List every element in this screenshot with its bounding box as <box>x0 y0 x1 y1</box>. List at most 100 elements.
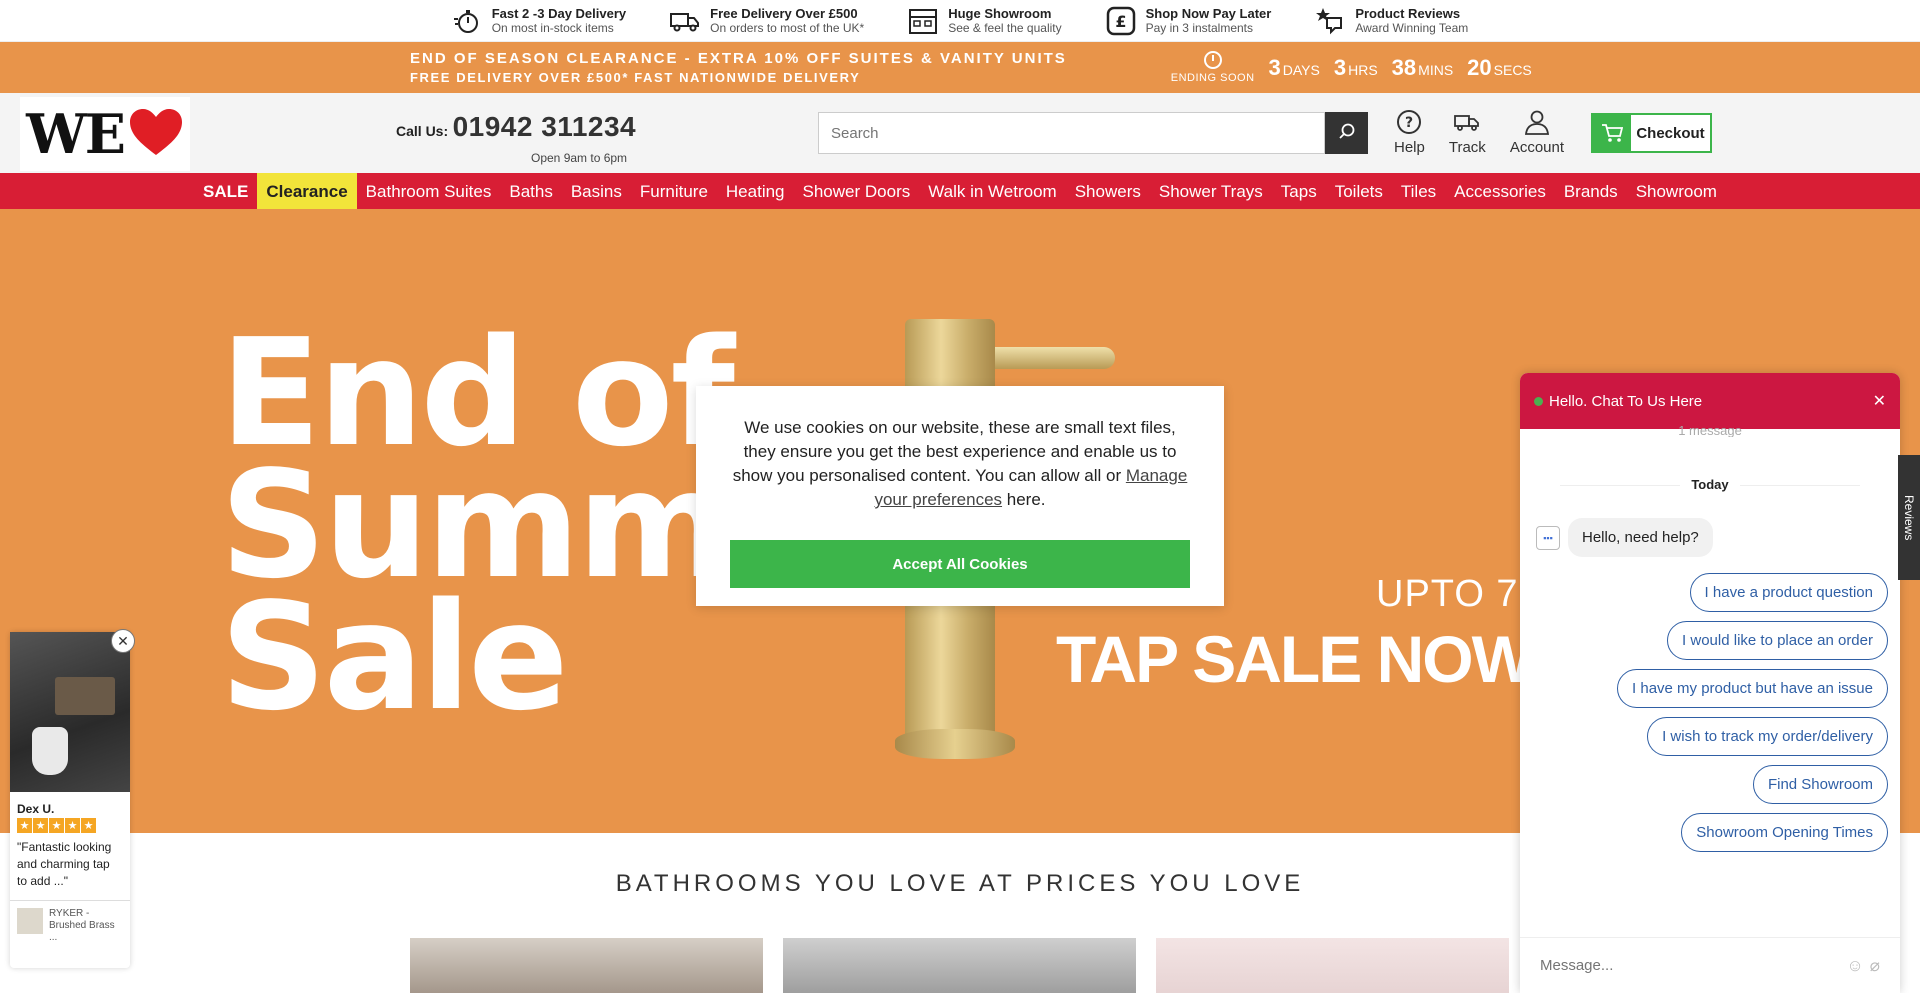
site-logo[interactable]: WE <box>20 97 190 171</box>
review-product[interactable]: RYKER - Brushed Brass ... <box>10 900 130 951</box>
user-icon <box>1524 109 1550 135</box>
nav-item-toilets[interactable]: Toilets <box>1326 173 1392 210</box>
call-us: Call Us: 01942 311234 Open 9am to 6pm <box>396 111 637 165</box>
emoji-icon[interactable]: ☺ <box>1846 956 1863 976</box>
countdown-timer: ENDING SOON 3 DAYS 3 HRS 38 MINS 20 SECS <box>1171 51 1532 84</box>
nav-item-accessories[interactable]: Accessories <box>1445 173 1555 210</box>
chat-message-input[interactable] <box>1540 957 1841 974</box>
star-icon: ★ <box>17 818 32 833</box>
chat-option-product-question[interactable]: I have a product question <box>1689 573 1888 612</box>
usp-title: Fast 2 -3 Day Delivery <box>491 6 627 21</box>
promo-line-2: FREE DELIVERY OVER £500* FAST NATIONWIDE… <box>410 69 861 85</box>
attachment-icon[interactable]: ⌀ <box>1870 956 1880 976</box>
category-tiles <box>410 938 1509 993</box>
cookie-text-after: here. <box>1002 490 1046 509</box>
online-status-dot <box>1534 396 1543 406</box>
nav-item-bathroom-suites[interactable]: Bathroom Suites <box>357 173 501 210</box>
star-icon: ★ <box>33 818 48 833</box>
cookie-text-before: We use cookies on our website, these are… <box>732 418 1177 485</box>
close-icon[interactable]: ✕ <box>111 629 135 653</box>
review-widget[interactable]: ✕ Dex U. ★ ★ ★ ★ ★ "Fantastic looking an… <box>10 629 135 968</box>
search-button[interactable] <box>1325 112 1368 154</box>
usp-fast-delivery[interactable]: Fast 2 -3 Day Delivery On most in-stock i… <box>452 6 626 36</box>
help-link[interactable]: ? Help <box>1394 109 1425 156</box>
nav-item-tiles[interactable]: Tiles <box>1392 173 1445 210</box>
phone-number[interactable]: 01942 311234 <box>453 111 637 142</box>
usp-reviews[interactable]: Product Reviews Award Winning Team <box>1315 6 1468 36</box>
nav-item-shower-trays[interactable]: Shower Trays <box>1150 173 1272 210</box>
ending-soon: ENDING SOON <box>1171 51 1255 84</box>
category-tile[interactable] <box>783 938 1136 993</box>
usp-pay-later[interactable]: £ Shop Now Pay Later Pay in 3 instalments <box>1106 6 1272 36</box>
chat-option-find-showroom[interactable]: Find Showroom <box>1752 765 1888 804</box>
nav-item-showroom[interactable]: Showroom <box>1627 173 1726 210</box>
chat-widget: Hello. Chat To Us Here ✕ 1 message Today… <box>1520 373 1900 993</box>
nav-item-showers[interactable]: Showers <box>1066 173 1150 210</box>
review-photo <box>10 632 130 792</box>
track-link[interactable]: Track <box>1449 109 1486 156</box>
promo-line-1: END OF SEASON CLEARANCE - EXTRA 10% OFF … <box>410 49 1067 67</box>
countdown-days: 3 DAYS <box>1269 55 1320 81</box>
chat-header[interactable]: Hello. Chat To Us Here ✕ <box>1520 373 1900 429</box>
account-link[interactable]: Account <box>1510 109 1564 156</box>
usp-showroom[interactable]: Huge Showroom See & feel the quality <box>908 6 1062 36</box>
promo-text: END OF SEASON CLEARANCE - EXTRA 10% OFF … <box>410 49 1067 87</box>
nav-item-shower-doors[interactable]: Shower Doors <box>794 173 920 210</box>
close-icon[interactable]: ✕ <box>1873 391 1886 411</box>
usp-title: Shop Now Pay Later <box>1145 6 1272 21</box>
help-label: Help <box>1394 139 1425 156</box>
star-icon: ★ <box>49 818 64 833</box>
reviews-side-tab[interactable]: Reviews <box>1898 455 1920 580</box>
ending-soon-label: ENDING SOON <box>1170 72 1255 84</box>
promo-banner[interactable]: END OF SEASON CLEARANCE - EXTRA 10% OFF … <box>0 42 1920 93</box>
truck-icon <box>1454 109 1480 135</box>
call-label: Call Us: <box>396 123 449 139</box>
countdown-number: 3 <box>1268 54 1281 80</box>
countdown-minutes: 38 MINS <box>1392 55 1453 81</box>
site-header: WE Call Us: 01942 311234 Open 9am to 6pm… <box>0 93 1920 173</box>
track-label: Track <box>1448 139 1486 156</box>
nav-item-sale[interactable]: SALE <box>194 173 257 210</box>
category-tile[interactable] <box>410 938 763 993</box>
bot-message: ▪▪▪ Hello, need help? <box>1536 518 1884 557</box>
chat-options: I have a product question I would like t… <box>1532 573 1888 852</box>
cookie-modal: We use cookies on our website, these are… <box>696 386 1224 606</box>
header-links: ? Help Track Account <box>1394 109 1564 156</box>
chat-title: Hello. Chat To Us Here <box>1549 392 1703 410</box>
svg-text:£: £ <box>1115 12 1126 31</box>
search-input[interactable] <box>818 112 1325 154</box>
usp-free-delivery[interactable]: Free Delivery Over £500 On orders to most… <box>670 6 864 36</box>
help-icon: ? <box>1396 109 1422 135</box>
review-quote: "Fantastic looking and charming tap to a… <box>17 840 112 888</box>
countdown-label: MINS <box>1418 61 1454 78</box>
checkout-button[interactable]: Checkout <box>1591 113 1712 153</box>
nav-item-basins[interactable]: Basins <box>562 173 631 210</box>
usp-title: Free Delivery Over £500 <box>710 6 858 21</box>
nav-item-furniture[interactable]: Furniture <box>631 173 717 210</box>
nav-item-taps[interactable]: Taps <box>1272 173 1326 210</box>
chat-option-opening-times[interactable]: Showroom Opening Times <box>1681 813 1888 852</box>
nav-item-walk-in-wetroom[interactable]: Walk in Wetroom <box>919 173 1065 210</box>
nav-item-baths[interactable]: Baths <box>500 173 561 210</box>
nav-item-heating[interactable]: Heating <box>717 173 794 210</box>
category-tile[interactable] <box>1156 938 1509 993</box>
countdown-number: 38 <box>1391 54 1417 80</box>
chat-option-place-order[interactable]: I would like to place an order <box>1667 621 1888 660</box>
accept-cookies-button[interactable]: Accept All Cookies <box>730 540 1190 588</box>
usp-bar: Fast 2 -3 Day Delivery On most in-stock i… <box>0 0 1920 42</box>
nav-item-brands[interactable]: Brands <box>1555 173 1627 210</box>
countdown-number: 3 <box>1333 54 1347 80</box>
main-nav: SALE Clearance Bathroom Suites Baths Bas… <box>0 173 1920 210</box>
chat-option-track-order[interactable]: I wish to track my order/delivery <box>1647 717 1888 756</box>
chat-option-product-issue[interactable]: I have my product but have an issue <box>1617 669 1888 708</box>
bot-bubble: Hello, need help? <box>1568 518 1713 557</box>
review-star-icon <box>1315 6 1345 36</box>
svg-text:?: ? <box>1405 115 1413 131</box>
star-icon: ★ <box>65 818 80 833</box>
hero-title: End of Summ Sale <box>220 319 735 731</box>
search-bar <box>818 112 1368 154</box>
countdown-number: 20 <box>1467 54 1492 80</box>
store-icon <box>908 6 938 36</box>
countdown-label: DAYS <box>1282 61 1320 78</box>
nav-item-clearance[interactable]: Clearance <box>257 173 357 210</box>
